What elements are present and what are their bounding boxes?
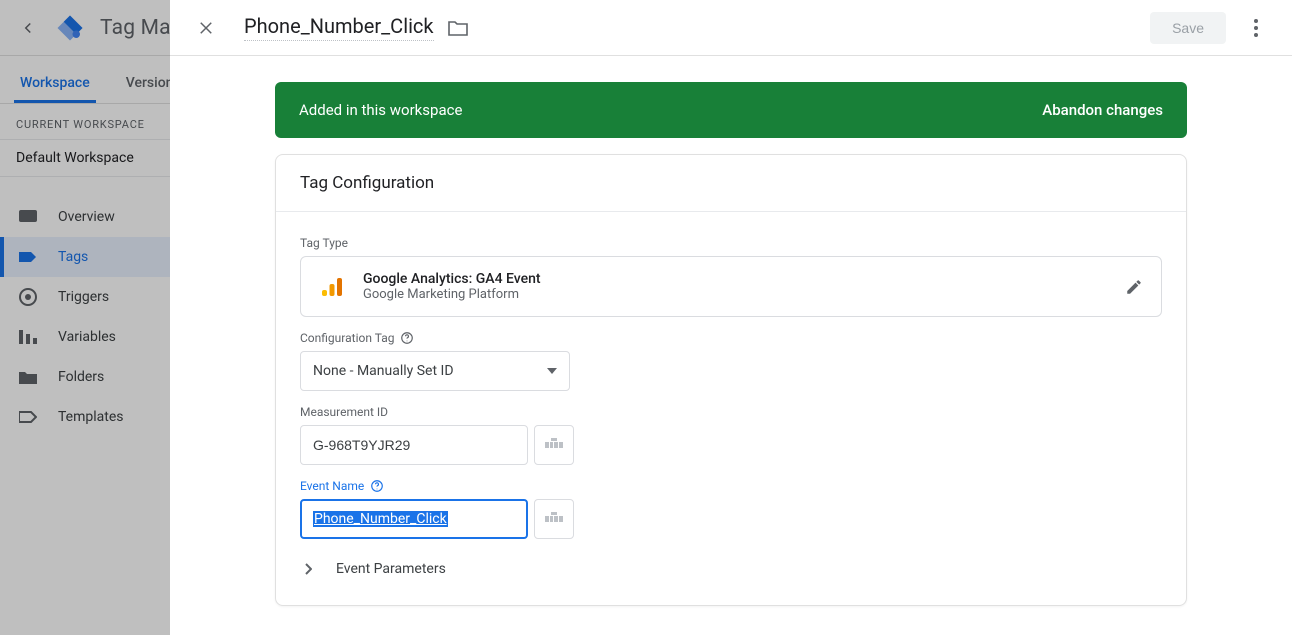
tagtype-sub: Google Marketing Platform — [363, 287, 541, 302]
variable-picker-button[interactable] — [534, 425, 574, 465]
folder-icon[interactable] — [448, 20, 468, 36]
event-name-label: Event Name — [300, 479, 1162, 493]
tag-editor-panel: Phone_Number_Click Save Added in this wo… — [170, 0, 1292, 635]
panel-content: Added in this workspace Abandon changes … — [275, 82, 1187, 635]
title-wrap: Phone_Number_Click — [244, 14, 468, 41]
edit-tagtype-icon[interactable] — [1125, 278, 1143, 296]
more-menu-icon[interactable] — [1240, 12, 1272, 44]
variable-picker-button[interactable] — [534, 499, 574, 539]
tagtype-text: Google Analytics: GA4 Event Google Marke… — [363, 271, 541, 302]
card-body: Tag Type Google Analytics: GA4 Event Goo… — [276, 212, 1186, 605]
ga4-icon — [319, 274, 345, 300]
chevron-right-icon — [300, 563, 316, 575]
tagtype-label: Tag Type — [300, 236, 1162, 250]
abandon-changes-button[interactable]: Abandon changes — [1042, 101, 1163, 119]
panel-body: Added in this workspace Abandon changes … — [170, 56, 1292, 635]
header-right: Save — [1150, 12, 1272, 44]
tag-config-card: Tag Configuration Tag Type Google Analyt… — [275, 154, 1187, 606]
close-icon[interactable] — [190, 12, 222, 44]
tagtype-name: Google Analytics: GA4 Event — [363, 271, 541, 287]
tagtype-selector[interactable]: Google Analytics: GA4 Event Google Marke… — [300, 256, 1162, 317]
banner-message: Added in this workspace — [299, 101, 462, 119]
tag-title-input[interactable]: Phone_Number_Click — [244, 14, 434, 41]
workspace-banner: Added in this workspace Abandon changes — [275, 82, 1187, 138]
config-tag-value: None - Manually Set ID — [313, 363, 454, 379]
measurement-label: Measurement ID — [300, 405, 1162, 419]
event-parameters-toggle[interactable]: Event Parameters — [300, 539, 1162, 581]
measurement-row — [300, 425, 1162, 465]
measurement-id-input[interactable] — [300, 425, 528, 465]
event-name-value: Phone_Number_Click — [313, 511, 448, 527]
card-title: Tag Configuration — [276, 155, 1186, 212]
config-tag-select[interactable]: None - Manually Set ID — [300, 351, 570, 391]
help-icon[interactable] — [400, 331, 414, 345]
event-parameters-label: Event Parameters — [336, 561, 446, 577]
config-tag-label: Configuration Tag — [300, 331, 1162, 345]
panel-header: Phone_Number_Click Save — [170, 0, 1292, 56]
dropdown-icon — [547, 368, 557, 374]
help-icon[interactable] — [370, 479, 384, 493]
event-name-row: Phone_Number_Click — [300, 499, 1162, 539]
event-name-input[interactable]: Phone_Number_Click — [300, 499, 528, 539]
save-button[interactable]: Save — [1150, 12, 1226, 44]
